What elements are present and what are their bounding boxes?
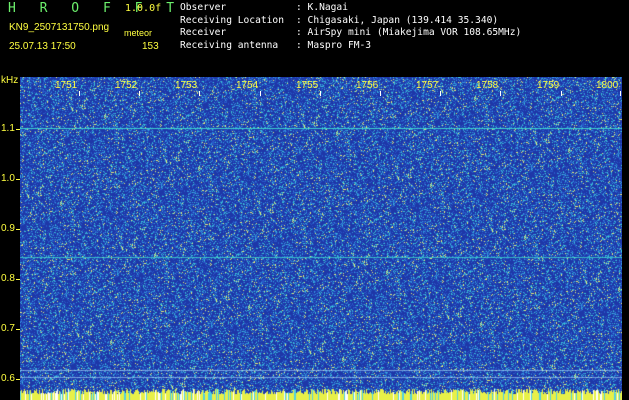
y-tick-mark — [16, 379, 20, 380]
right-margin — [622, 77, 629, 400]
info-row-observer: Observer: K.Nagai — [180, 2, 348, 13]
y-tick-mark — [16, 179, 20, 180]
info-row-receiver: Receiver: AirSpy mini (Miakejima VOR 108… — [180, 27, 522, 38]
x-tick-label: 1759 — [537, 80, 560, 91]
x-tick-mark — [320, 91, 321, 96]
x-tick-label: 1757 — [416, 80, 439, 91]
mode-label: meteor — [124, 28, 153, 38]
version-label: 1.0.0f — [125, 3, 162, 14]
info-row-location: Receiving Location: Chigasaki, Japan (13… — [180, 14, 499, 26]
y-tick-label: 0.9 — [1, 223, 15, 234]
x-tick-label: 1751 — [55, 80, 78, 91]
x-tick-label: 1755 — [296, 80, 319, 91]
spectrogram-plot[interactable] — [20, 77, 622, 400]
y-tick-label: 1.1 — [1, 123, 15, 134]
y-tick-label: 0.8 — [1, 273, 15, 284]
count-label: 153 — [142, 41, 159, 52]
y-tick-mark — [16, 129, 20, 130]
x-tick-mark — [440, 91, 441, 96]
x-tick-label: 1758 — [476, 80, 499, 91]
filename-label: KN9_2507131750.png — [9, 22, 110, 33]
header-panel: H R O F F T 1.0.0f KN9_2507131750.png me… — [0, 0, 629, 76]
spectrogram-canvas — [20, 77, 622, 400]
y-axis-unit: kHz — [1, 75, 19, 86]
y-tick-mark — [16, 279, 20, 280]
x-tick-label: 1754 — [236, 80, 259, 91]
y-tick-label: 0.6 — [1, 373, 15, 384]
x-tick-mark — [199, 91, 200, 96]
x-tick-label: 1800 — [596, 80, 619, 91]
x-tick-mark — [500, 91, 501, 96]
x-tick-label: 1753 — [175, 80, 198, 91]
timestamp-label: 25.07.13 17:50 — [9, 41, 76, 52]
y-tick-label: 1.0 — [1, 173, 15, 184]
x-tick-mark — [79, 91, 80, 96]
x-tick-mark — [561, 91, 562, 96]
y-tick-mark — [16, 229, 20, 230]
x-tick-mark — [139, 91, 140, 96]
info-row-antenna: Receiving antenna: Maspro FM-3 — [180, 39, 372, 51]
y-tick-mark — [16, 329, 20, 330]
x-tick-mark — [620, 91, 621, 96]
y-tick-label: 0.7 — [1, 323, 15, 334]
x-tick-mark — [260, 91, 261, 96]
x-tick-label: 1752 — [115, 80, 138, 91]
station-info: Observer: K.Nagai Receiving Location: Ch… — [180, 2, 521, 52]
x-tick-mark — [380, 91, 381, 96]
x-tick-label: 1756 — [356, 80, 379, 91]
